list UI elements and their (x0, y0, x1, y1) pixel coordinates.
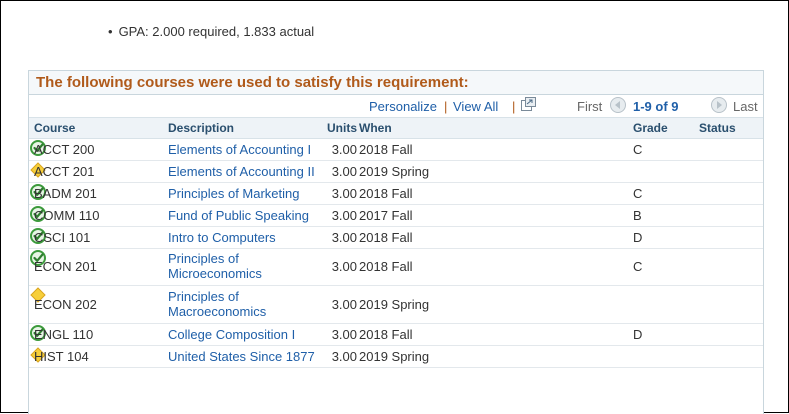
course-term: 2019 Spring (359, 164, 430, 179)
course-term: 2018 Fall (359, 230, 413, 245)
column-when[interactable]: When (359, 121, 392, 135)
course-code: CSCI 101 (34, 230, 91, 245)
table-row: ECON 202 Principles of Macroeconomics 3.0… (29, 286, 763, 324)
course-units: 3.00 (331, 230, 357, 245)
description-line: Microeconomics (168, 266, 262, 281)
table-row: ACCT 200 Elements of Accounting I 3.00 2… (29, 139, 763, 161)
separator: | (512, 99, 516, 114)
course-grade: D (633, 230, 643, 245)
course-units: 3.00 (331, 349, 357, 364)
course-code: BADM 201 (34, 186, 97, 201)
column-grade[interactable]: Grade (633, 121, 668, 135)
course-units: 3.00 (331, 208, 357, 223)
page-range: 1-9 of 9 (633, 99, 679, 114)
table-row: HIST 104 United States Since 1877 3.00 2… (29, 346, 763, 368)
table-row: ENGL 110 College Composition I 3.00 2018… (29, 324, 763, 346)
personalize-link[interactable]: Personalize (369, 99, 437, 114)
course-grade: B (633, 208, 642, 223)
bullet: • (108, 24, 113, 39)
course-grade: C (633, 142, 643, 157)
course-code: ENGL 110 (34, 327, 94, 342)
course-units: 3.00 (331, 142, 357, 157)
course-term: 2017 Fall (359, 208, 413, 223)
last-label: Last (733, 99, 758, 114)
previous-arrow-icon[interactable] (610, 97, 626, 113)
course-term: 2019 Spring (359, 297, 430, 312)
table-row: CSCI 101 Intro to Computers 3.00 2018 Fa… (29, 227, 763, 249)
course-term: 2019 Spring (359, 349, 430, 364)
table-row: COMM 110 Fund of Public Speaking 3.00 20… (29, 205, 763, 227)
description-line: Principles of (168, 251, 239, 266)
column-status[interactable]: Status (699, 121, 736, 135)
course-grade: C (633, 259, 643, 274)
column-description[interactable]: Description (168, 121, 234, 135)
view-all-link[interactable]: View All (453, 99, 498, 114)
course-description-link[interactable]: Principles of Microeconomics (168, 251, 262, 281)
course-term: 2018 Fall (359, 327, 413, 342)
course-code: ECON 202 (34, 297, 97, 312)
course-grade: D (633, 327, 643, 342)
course-description-link[interactable]: Intro to Computers (168, 230, 276, 245)
popout-window-icon[interactable] (521, 97, 536, 111)
course-code: HIST 104 (34, 349, 89, 364)
separator: | (444, 99, 448, 114)
course-description-link[interactable]: Elements of Accounting II (168, 164, 315, 179)
gpa-text: GPA: 2.000 required, 1.833 actual (118, 24, 315, 39)
description-line: Macroeconomics (168, 304, 267, 319)
course-grade: C (633, 186, 643, 201)
table-header: Course Description Units When Grade Stat… (29, 117, 763, 139)
courses-grid: The following courses were used to satis… (28, 70, 764, 414)
gpa-requirement: • GPA: 2.000 required, 1.833 actual (108, 24, 314, 39)
table-row: ECON 201 Principles of Microeconomics 3.0… (29, 249, 763, 286)
column-units[interactable]: Units (311, 121, 357, 135)
course-description-link[interactable]: United States Since 1877 (168, 349, 315, 364)
course-units: 3.00 (331, 327, 357, 342)
course-description-link[interactable]: Fund of Public Speaking (168, 208, 309, 223)
course-code: ACCT 200 (34, 142, 95, 157)
table-row: BADM 201 Principles of Marketing 3.00 20… (29, 183, 763, 205)
description-line: Principles of (168, 289, 239, 304)
course-code: ACCT 201 (34, 164, 95, 179)
course-units: 3.00 (331, 186, 357, 201)
first-label: First (577, 99, 603, 114)
grid-title: The following courses were used to satis… (29, 71, 763, 95)
course-description-link[interactable]: Elements of Accounting I (168, 142, 311, 157)
course-term: 2018 Fall (359, 186, 413, 201)
course-units: 3.00 (331, 297, 357, 312)
course-units: 3.00 (331, 259, 357, 274)
course-description-link[interactable]: College Composition I (168, 327, 295, 342)
course-term: 2018 Fall (359, 259, 413, 274)
course-code: ECON 201 (34, 259, 97, 274)
course-description-link[interactable]: Principles of Macroeconomics (168, 289, 266, 319)
table-row: ACCT 201 Elements of Accounting II 3.00 … (29, 161, 763, 183)
column-course[interactable]: Course (34, 121, 75, 135)
course-units: 3.00 (331, 164, 357, 179)
next-arrow-icon[interactable] (711, 97, 727, 113)
course-term: 2018 Fall (359, 142, 413, 157)
course-code: COMM 110 (34, 208, 100, 223)
grid-navigation: Personalize | View All | First 1-9 of 9 … (29, 95, 763, 117)
course-description-link[interactable]: Principles of Marketing (168, 186, 300, 201)
